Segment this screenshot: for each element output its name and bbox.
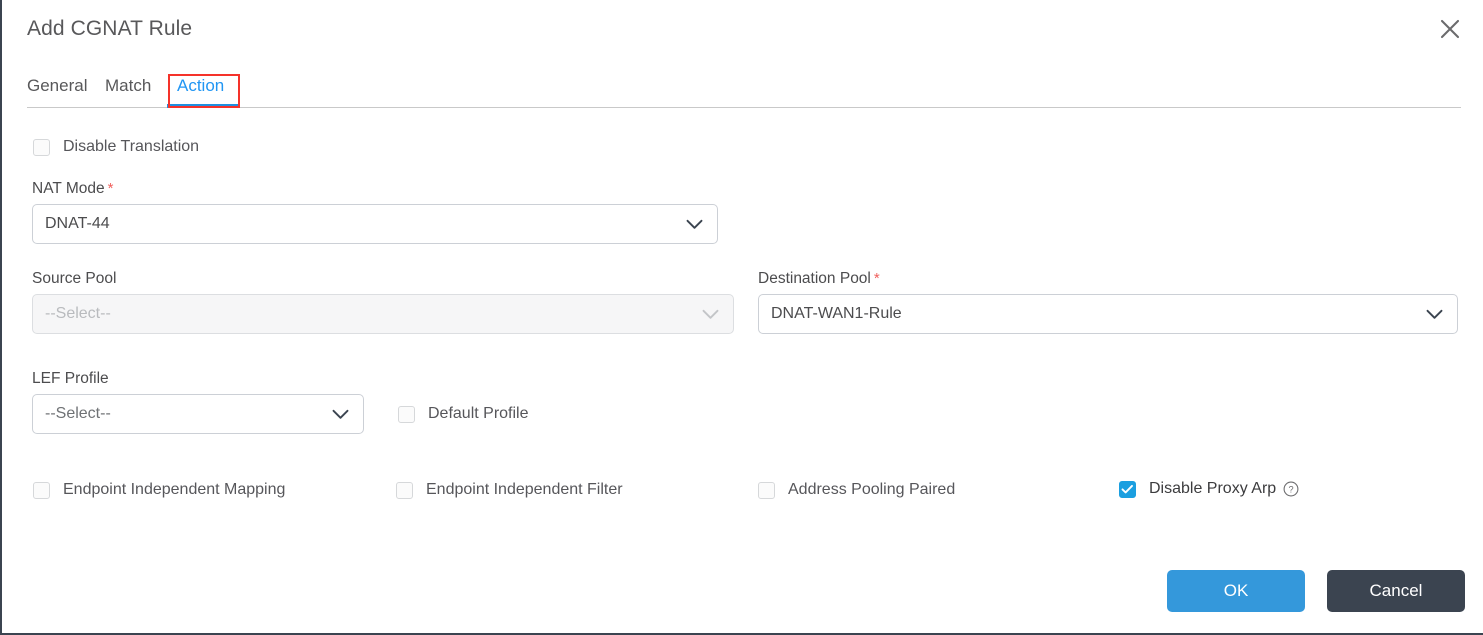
disable-translation-row[interactable]: Disable Translation xyxy=(33,138,199,156)
nat-mode-label-text: NAT Mode xyxy=(32,180,105,197)
endpoint-independent-filter-row[interactable]: Endpoint Independent Filter xyxy=(396,481,623,499)
endpoint-independent-mapping-label: Endpoint Independent Mapping xyxy=(63,481,285,499)
endpoint-independent-filter-checkbox[interactable] xyxy=(396,482,413,499)
nat-mode-select[interactable]: DNAT-44 xyxy=(32,204,718,244)
source-pool-select: --Select-- xyxy=(32,294,734,334)
address-pooling-paired-checkbox[interactable] xyxy=(758,482,775,499)
default-profile-checkbox[interactable] xyxy=(398,406,415,423)
lef-profile-select[interactable]: --Select-- xyxy=(32,394,364,434)
endpoint-independent-filter-label: Endpoint Independent Filter xyxy=(426,481,623,499)
tab-bar-divider xyxy=(27,107,1461,108)
destination-pool-label-text: Destination Pool xyxy=(758,270,871,287)
tab-bar: General Match Action xyxy=(27,76,1461,109)
default-profile-row[interactable]: Default Profile xyxy=(398,405,529,423)
tab-action[interactable]: Action xyxy=(177,76,224,96)
source-pool-value: --Select-- xyxy=(33,305,702,323)
add-cgnat-rule-dialog: Add CGNAT Rule General Match Action Disa… xyxy=(0,0,1483,635)
source-pool-label: Source Pool xyxy=(32,270,116,288)
destination-pool-required-marker: * xyxy=(874,270,880,287)
default-profile-label: Default Profile xyxy=(428,405,529,423)
address-pooling-paired-label: Address Pooling Paired xyxy=(788,481,955,499)
destination-pool-label: Destination Pool* xyxy=(758,270,880,288)
help-icon[interactable]: ? xyxy=(1283,481,1299,497)
address-pooling-paired-row[interactable]: Address Pooling Paired xyxy=(758,481,955,499)
svg-text:?: ? xyxy=(1289,485,1294,495)
close-icon[interactable] xyxy=(1435,14,1465,44)
lef-profile-label-text: LEF Profile xyxy=(32,370,109,387)
disable-proxy-arp-label: Disable Proxy Arp xyxy=(1149,480,1276,498)
ok-button[interactable]: OK xyxy=(1167,570,1305,612)
chevron-down-icon xyxy=(702,309,733,320)
endpoint-independent-mapping-row[interactable]: Endpoint Independent Mapping xyxy=(33,481,285,499)
tab-active-underline xyxy=(167,104,239,108)
destination-pool-value: DNAT-WAN1-Rule xyxy=(759,305,1426,323)
lef-profile-label: LEF Profile xyxy=(32,370,109,388)
source-pool-label-text: Source Pool xyxy=(32,270,116,287)
chevron-down-icon xyxy=(1426,309,1457,320)
dialog-title: Add CGNAT Rule xyxy=(27,17,192,41)
cancel-button[interactable]: Cancel xyxy=(1327,570,1465,612)
chevron-down-icon xyxy=(332,409,363,420)
nat-mode-value: DNAT-44 xyxy=(33,215,686,233)
disable-translation-checkbox[interactable] xyxy=(33,139,50,156)
nat-mode-required-marker: * xyxy=(108,180,114,197)
disable-translation-label: Disable Translation xyxy=(63,138,199,156)
disable-proxy-arp-row[interactable]: Disable Proxy Arp ? xyxy=(1119,480,1299,498)
nat-mode-label: NAT Mode* xyxy=(32,180,114,198)
destination-pool-select[interactable]: DNAT-WAN1-Rule xyxy=(758,294,1458,334)
tab-general[interactable]: General xyxy=(27,76,87,96)
disable-proxy-arp-checkbox[interactable] xyxy=(1119,481,1136,498)
endpoint-independent-mapping-checkbox[interactable] xyxy=(33,482,50,499)
lef-profile-value: --Select-- xyxy=(33,405,332,423)
tab-match[interactable]: Match xyxy=(105,76,151,96)
chevron-down-icon xyxy=(686,219,717,230)
